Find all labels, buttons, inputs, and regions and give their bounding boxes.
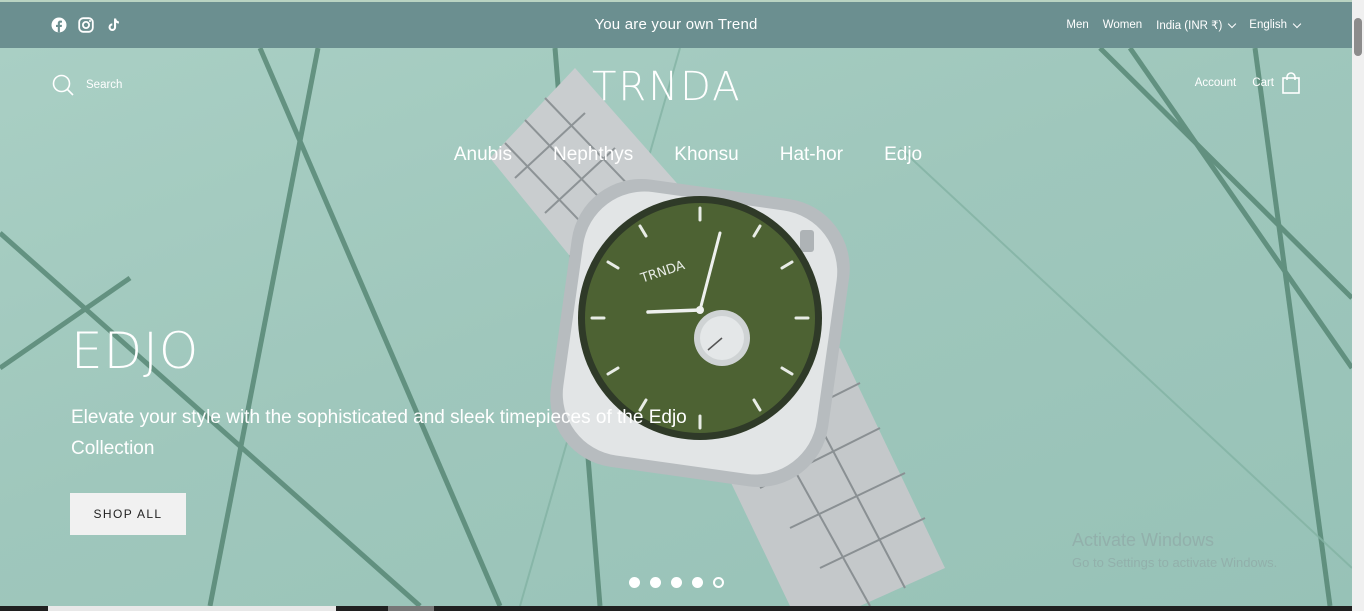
search-icon [52, 74, 74, 96]
nav-item-hat-hor[interactable]: Hat-hor [780, 144, 843, 166]
chevron-down-icon [1292, 19, 1302, 28]
country-selector[interactable]: India (INR ₹) [1156, 18, 1237, 32]
main-navigation: Anubis Nephthys Khonsu Hat-hor Edjo [0, 144, 1352, 166]
watermark-title: Activate Windows [1072, 530, 1215, 550]
men-link[interactable]: Men [1066, 19, 1088, 31]
scrollbar-thumb[interactable] [1354, 18, 1362, 56]
search-label: Search [86, 79, 123, 91]
preview-block [388, 606, 434, 611]
nav-item-anubis[interactable]: Anubis [454, 144, 512, 166]
watermark-subtitle: Go to Settings to activate Windows. [1072, 555, 1278, 570]
site-logo[interactable]: TRNDA [592, 64, 742, 110]
chevron-down-icon [1228, 19, 1237, 28]
slide-dot-4[interactable] [692, 577, 703, 588]
search-button[interactable]: Search [52, 74, 122, 96]
page-scrollbar[interactable] [1352, 0, 1364, 611]
slide-description: Elevate your style with the sophisticate… [71, 407, 687, 459]
shop-all-button[interactable]: SHOP ALL [70, 493, 186, 535]
slide-dot-5[interactable] [713, 577, 724, 588]
header-actions: Account Cart [1195, 72, 1300, 94]
language-selector[interactable]: English [1249, 19, 1302, 31]
account-link[interactable]: Account [1195, 77, 1237, 89]
announcement-bar: You are your own Trend Men Women India (… [0, 0, 1352, 48]
slide-dot-3[interactable] [671, 577, 682, 588]
women-link[interactable]: Women [1103, 19, 1142, 31]
cart-label: Cart [1252, 77, 1274, 89]
slide-pagination [629, 577, 724, 588]
shopping-bag-icon [1282, 72, 1300, 94]
cart-button[interactable]: Cart [1252, 72, 1300, 94]
country-selector-label: India (INR ₹) [1156, 20, 1223, 32]
slide-title: EDJO [71, 322, 200, 380]
slide-dot-1[interactable] [629, 577, 640, 588]
top-utility-links: Men Women India (INR ₹) English [1066, 18, 1302, 32]
hero-image: TRNDA [0, 48, 1352, 606]
slide-dot-2[interactable] [650, 577, 661, 588]
hero-slideshow: TRNDA Search TRNDA Account Cart Anubis N… [0, 48, 1352, 606]
nav-item-nephthys[interactable]: Nephthys [553, 144, 633, 166]
next-section-preview [0, 606, 1352, 611]
language-selector-label: English [1249, 19, 1287, 31]
nav-item-edjo[interactable]: Edjo [884, 144, 922, 166]
windows-activation-watermark: Activate Windows Go to Settings to activ… [1072, 530, 1277, 570]
preview-block [48, 606, 336, 611]
nav-item-khonsu[interactable]: Khonsu [674, 144, 738, 166]
